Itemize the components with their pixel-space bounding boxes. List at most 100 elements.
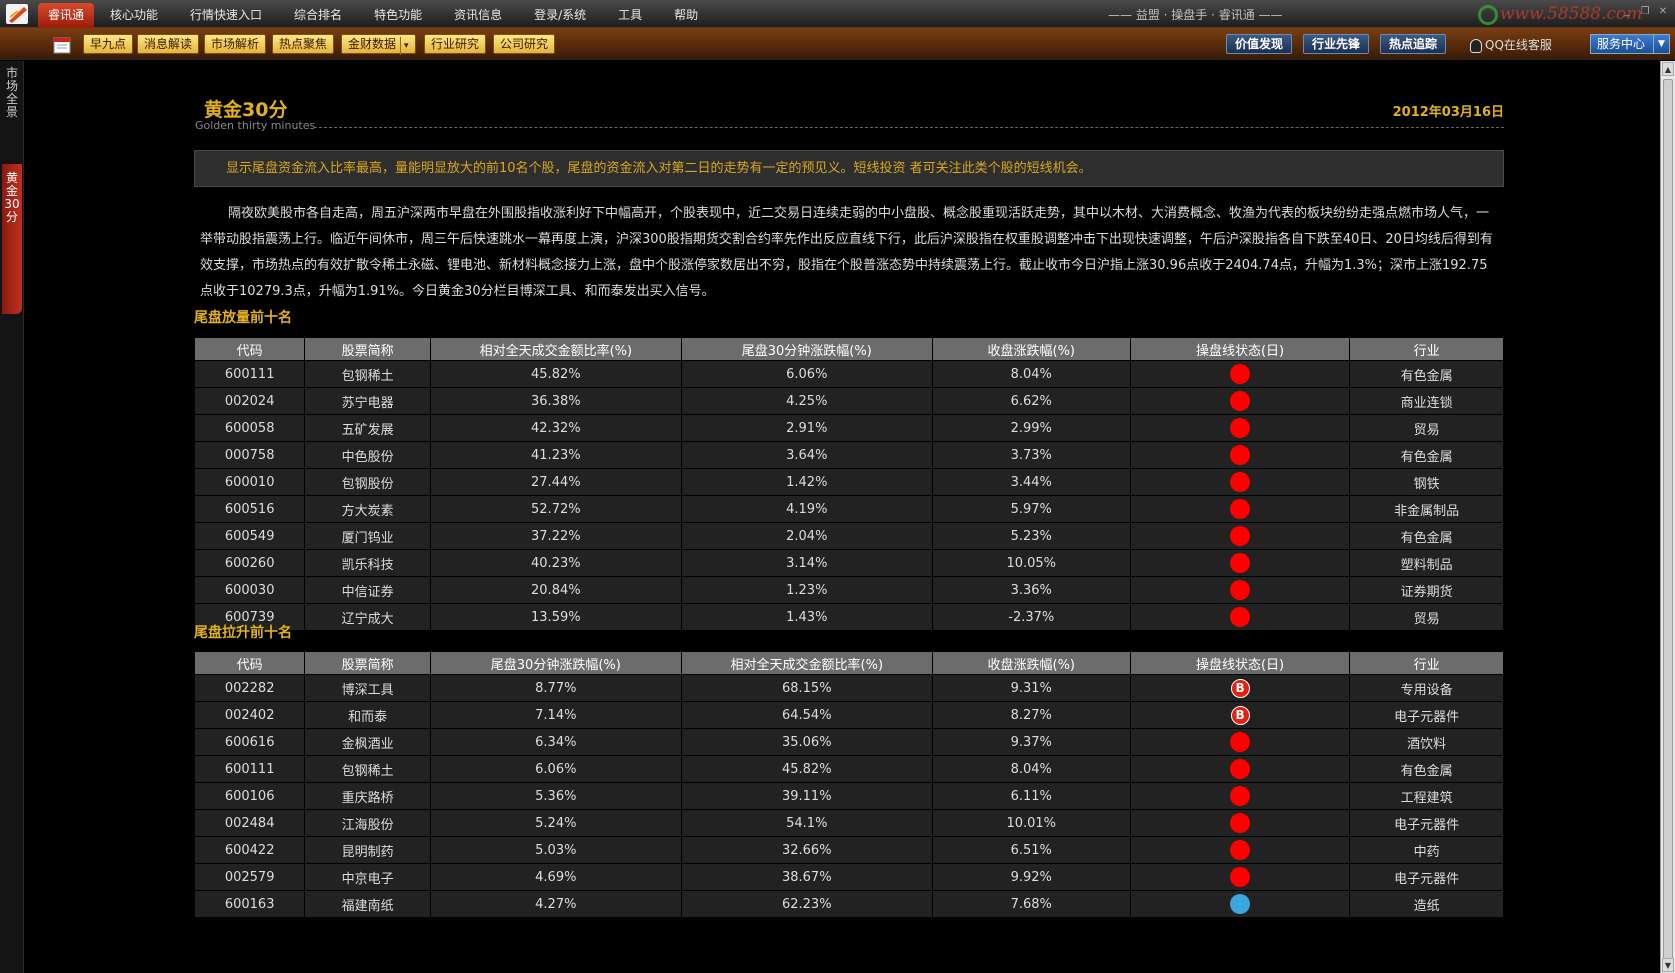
cell-close-change: 10.05% [931, 549, 1131, 577]
table-row[interactable]: 600106 重庆路桥 5.36% 39.11% 6.11% 工程建筑 [193, 782, 1504, 810]
stock-code: 600010 [193, 468, 306, 496]
status-cell [1129, 863, 1351, 891]
table-row[interactable]: 600111 包钢稀土 6.06% 45.82% 8.04% 有色金属 [193, 755, 1504, 783]
page-date: 2012年03月16日 [1392, 105, 1504, 120]
table-row[interactable]: 600030 中信证券 20.84% 1.23% 3.36% 证券期货 [193, 576, 1504, 604]
qq-support[interactable]: QQ在线客服 [1470, 36, 1552, 53]
tab-market-overview[interactable]: 市场全景 [2, 61, 22, 131]
status-dot-icon [1230, 607, 1251, 627]
cell-col4: 68.15% [680, 674, 933, 702]
cell-col4: 2.91% [680, 414, 933, 442]
btn-news-interpretation[interactable]: 消息解读 [137, 34, 200, 54]
col-tail-change: 尾盘30分钟涨跌幅(%) [680, 337, 933, 361]
status-cell [1129, 549, 1351, 577]
chevron-down-icon[interactable]: ▾ [400, 37, 409, 55]
stock-code: 600111 [193, 360, 306, 388]
table-row[interactable]: 600422 昆明制药 5.03% 32.66% 6.51% 中药 [193, 836, 1504, 864]
chevron-down-icon[interactable]: ▼ [1653, 35, 1669, 53]
btn-financial-data[interactable]: 金财数据 ▾ [341, 34, 416, 55]
col-ratio: 相对全天成交金额比率(%) [680, 651, 933, 675]
status-dot-icon [1230, 364, 1251, 384]
table-row[interactable]: 002484 江海股份 5.24% 54.1% 10.01% 电子元器件 [193, 809, 1504, 837]
table-row[interactable]: 600163 福建南纸 4.27% 62.23% 7.68% 造纸 [193, 890, 1504, 918]
industry: 非金属制品 [1349, 495, 1504, 523]
cell-close-change: 9.92% [931, 863, 1131, 891]
table-row[interactable]: 600739 辽宁成大 13.59% 1.43% -2.37% 贸易 [193, 603, 1504, 631]
tab-golden-30[interactable]: 黄金30分 [2, 164, 22, 314]
menu-ranking[interactable]: 综合排名 [278, 0, 358, 28]
btn-morning-nine[interactable]: 早九点 [83, 34, 134, 54]
stock-code: 600422 [193, 836, 306, 864]
restore-icon[interactable]: ❐ [1639, 6, 1651, 18]
btn-hot-focus[interactable]: 热点聚焦 [272, 34, 335, 54]
calendar-icon[interactable] [52, 35, 72, 55]
scroll-down-icon[interactable]: ▼ [1662, 958, 1674, 972]
btn-industry-pioneer[interactable]: 行业先锋 [1303, 34, 1370, 54]
table-row[interactable]: 002282 博深工具 8.77% 68.15% 9.31% B 专用设备 [193, 674, 1504, 702]
menu-bar: 睿讯通 核心功能 行情快速入口 综合排名 特色功能 资讯信息 登录/系统 工具 … [0, 0, 1675, 28]
stock-code: 002402 [193, 701, 306, 729]
table-row[interactable]: 600058 五矿发展 42.32% 2.91% 2.99% 贸易 [193, 414, 1504, 442]
cell-col4: 6.06% [680, 360, 933, 388]
col-industry: 行业 [1349, 337, 1504, 361]
cell-col3: 52.72% [429, 495, 682, 523]
cell-col3: 7.14% [429, 701, 682, 729]
menu-login-system[interactable]: 登录/系统 [518, 0, 602, 28]
stock-name: 金枫酒业 [304, 728, 431, 756]
cell-col3: 5.03% [429, 836, 682, 864]
col-close-change: 收盘涨跌幅(%) [931, 651, 1131, 675]
btn-industry-research[interactable]: 行业研究 [424, 34, 487, 54]
table-row[interactable]: 002402 和而泰 7.14% 64.54% 8.27% B 电子元器件 [193, 701, 1504, 729]
menu-news[interactable]: 资讯信息 [438, 0, 518, 28]
industry: 电子元器件 [1349, 701, 1504, 729]
menu-tools[interactable]: 工具 [602, 0, 658, 28]
main-content: 黄金30分 Golden thirty minutes 2012年03月16日 … [24, 61, 1660, 973]
stock-name: 中色股份 [304, 441, 431, 469]
page-title: 黄金30分 [204, 99, 288, 121]
cell-col4: 3.14% [680, 549, 933, 577]
btn-market-analysis[interactable]: 市场解析 [204, 34, 267, 54]
menu-quote-entry[interactable]: 行情快速入口 [174, 0, 278, 28]
stock-name: 包钢稀土 [304, 755, 431, 783]
stock-code: 002282 [193, 674, 306, 702]
table-row[interactable]: 600616 金枫酒业 6.34% 35.06% 9.37% 酒饮料 [193, 728, 1504, 756]
cell-col4: 4.19% [680, 495, 933, 523]
stock-name: 包钢稀土 [304, 360, 431, 388]
stock-name: 中京电子 [304, 863, 431, 891]
menu-help[interactable]: 帮助 [658, 0, 714, 28]
stock-name: 博深工具 [304, 674, 431, 702]
table-row[interactable]: 600549 厦门钨业 37.22% 2.04% 5.23% 有色金属 [193, 522, 1504, 550]
industry: 钢铁 [1349, 468, 1504, 496]
status-cell [1129, 782, 1351, 810]
stock-code: 600616 [193, 728, 306, 756]
service-center-button[interactable]: 服务中心 ▼ [1590, 34, 1670, 54]
btn-company-research[interactable]: 公司研究 [493, 34, 556, 54]
cell-close-change: 9.31% [931, 674, 1131, 702]
btn-value-discovery[interactable]: 价值发现 [1226, 34, 1293, 54]
scroll-up-icon[interactable]: ▲ [1662, 62, 1674, 76]
menu-ruixuntong[interactable]: 睿讯通 [38, 3, 95, 28]
table-row[interactable]: 000758 中色股份 41.23% 3.64% 3.73% 有色金属 [193, 441, 1504, 469]
menu-core-functions[interactable]: 核心功能 [94, 0, 174, 28]
table-row[interactable]: 600111 包钢稀土 45.82% 6.06% 8.04% 有色金属 [193, 360, 1504, 388]
col-code: 代码 [193, 337, 306, 361]
stock-code: 600163 [193, 890, 306, 918]
table-row[interactable]: 002024 苏宁电器 36.38% 4.25% 6.62% 商业连锁 [193, 387, 1504, 415]
table-row[interactable]: 002579 中京电子 4.69% 38.67% 9.92% 电子元器件 [193, 863, 1504, 891]
stock-name: 凯乐科技 [304, 549, 431, 577]
status-cell [1129, 360, 1351, 388]
vertical-scrollbar[interactable]: ▲ ▼ [1660, 61, 1675, 973]
app-logo-icon [6, 4, 28, 24]
status-dot-icon [1230, 732, 1251, 752]
table-row[interactable]: 600010 包钢股份 27.44% 1.42% 3.44% 钢铁 [193, 468, 1504, 496]
table-row[interactable]: 600260 凯乐科技 40.23% 3.14% 10.05% 塑料制品 [193, 549, 1504, 577]
close-icon[interactable]: ✕ [1657, 6, 1669, 18]
btn-hot-tracking[interactable]: 热点追踪 [1380, 34, 1447, 54]
scroll-thumb[interactable] [1663, 79, 1673, 969]
table-row[interactable]: 600516 方大炭素 52.72% 4.19% 5.97% 非金属制品 [193, 495, 1504, 523]
menu-special-functions[interactable]: 特色功能 [358, 0, 438, 28]
status-dot-icon [1230, 445, 1251, 465]
minimize-icon[interactable]: _ [1621, 6, 1633, 18]
industry: 电子元器件 [1349, 809, 1504, 837]
table-rally-top10: 代码 股票简称 尾盘30分钟涨跌幅(%) 相对全天成交金额比率(%) 收盘涨跌幅… [193, 651, 1504, 918]
